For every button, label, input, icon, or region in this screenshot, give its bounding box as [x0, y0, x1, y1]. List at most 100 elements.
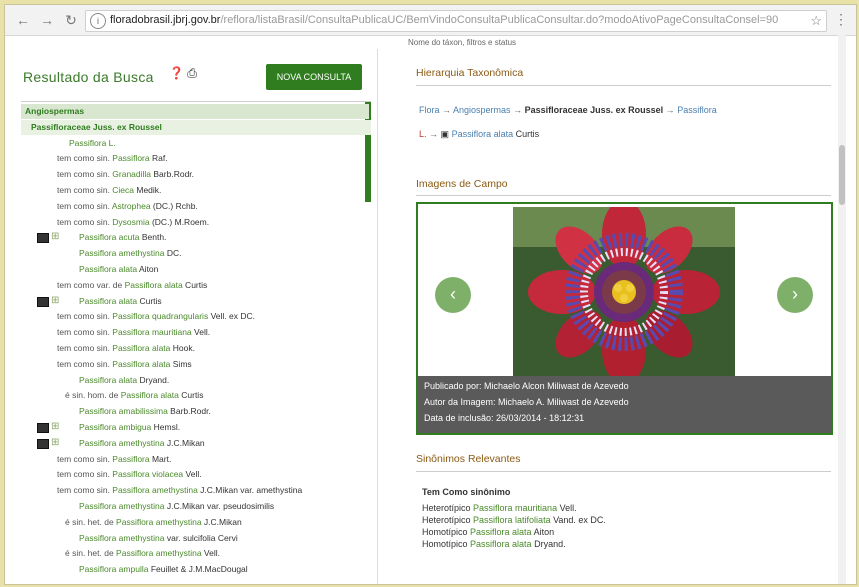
tree-row[interactable]: Passiflora amethystina DC.	[79, 246, 182, 261]
tree-row[interactable]: tem como sin. Passiflora amethystina J.C…	[57, 483, 302, 498]
taxon-link[interactable]: Passiflora ambigua	[79, 422, 151, 432]
tree-row[interactable]: tem como sin. Dysosmia (DC.) M.Roem.	[57, 215, 209, 230]
taxon-link[interactable]: Passiflora alata	[79, 296, 137, 306]
taxon-link[interactable]: Passiflora ampulla	[79, 564, 148, 574]
tree-row[interactable]: tem como sin. Passiflora Mart.	[57, 452, 171, 467]
synonym-link[interactable]: Passiflora latifoliata	[473, 515, 551, 525]
print-icon[interactable]: ⎙	[187, 66, 197, 80]
image-icon[interactable]	[37, 296, 49, 307]
address-bar[interactable]: i floradobrasil.jbrj.gov.br/reflora/list…	[85, 10, 827, 32]
synonym-link[interactable]: Passiflora alata	[470, 539, 532, 549]
tree-row[interactable]: é sin. hom. de Passiflora alata Curtis	[65, 388, 203, 403]
tree-row[interactable]: tem como sin. Granadilla Barb.Rodr.	[57, 167, 194, 182]
taxon-link[interactable]: Passiflora alata	[121, 390, 179, 400]
crumb-angiospermas[interactable]: Angiospermas	[453, 105, 511, 115]
tree-row[interactable]: tem como var. de Passiflora alata Curtis	[57, 278, 207, 293]
image-icon[interactable]	[37, 438, 49, 449]
new-search-button[interactable]: NOVA CONSULTA	[266, 64, 362, 90]
crumb-species[interactable]: Passiflora alata	[452, 129, 514, 139]
taxon-link[interactable]: Passiflora amethystina	[79, 248, 165, 258]
tree-row[interactable]: Passiflora L.	[69, 136, 116, 151]
taxon-link[interactable]: Passiflora amethystina	[79, 438, 165, 448]
url-text[interactable]: floradobrasil.jbrj.gov.br/reflora/listaB…	[110, 14, 800, 26]
tree-row[interactable]: tem como sin. Passiflora violacea Vell.	[57, 467, 202, 482]
expand-icon[interactable]: ⊞	[51, 437, 59, 448]
synonym-link[interactable]: Passiflora mauritiana	[473, 503, 557, 513]
taxon-link[interactable]: Passiflora violacea	[112, 469, 183, 479]
filter-note: Nome do táxon, filtros e status	[408, 38, 517, 47]
tree-row[interactable]: é sin. het. de Passiflora amethystina J.…	[65, 515, 242, 530]
crumb-author[interactable]: L.	[419, 129, 427, 139]
tree-row[interactable]: tem como sin. Passiflora Raf.	[57, 151, 168, 166]
tree-row[interactable]: tem como sin. Astrophea (DC.) Rchb.	[57, 199, 198, 214]
taxon-link[interactable]: Granadilla	[112, 169, 151, 179]
crumb-genus[interactable]: Passiflora	[677, 105, 717, 115]
tree-row[interactable]: Passiflora alata Dryand.	[79, 373, 169, 388]
crumb-family[interactable]: Passifloraceae Juss. ex Roussel	[525, 105, 664, 115]
tree-row[interactable]: Passiflora amethystina J.C.Mikan var. ps…	[79, 499, 274, 514]
tree-row[interactable]: Passiflora amabilissima Barb.Rodr.	[79, 404, 211, 419]
taxon-link[interactable]: Astrophea	[112, 201, 151, 211]
tree-row[interactable]: Passiflora alata Curtis	[79, 294, 162, 309]
tree-row[interactable]: Passiflora amethystina J.C.Mikan	[79, 436, 205, 451]
taxon-link[interactable]: Passiflora amethystina	[79, 533, 165, 543]
crumb-flora[interactable]: Flora	[419, 105, 440, 115]
taxon-link[interactable]: Cieca	[112, 185, 134, 195]
taxon-link[interactable]: Passiflora quadrangularis	[112, 311, 208, 321]
taxon-link[interactable]: Passiflora amethystina	[116, 548, 202, 558]
expand-icon[interactable]: ⊞	[51, 295, 59, 306]
help-icon[interactable]: ❓	[169, 66, 184, 80]
tree-label[interactable]: Angiospermas	[25, 106, 84, 116]
passiflora-photo[interactable]	[513, 207, 735, 377]
info-icon[interactable]: i	[90, 13, 106, 29]
tree-row[interactable]: é sin. het. de Passiflora amethystina Ve…	[65, 546, 220, 561]
expand-icon[interactable]: ⊞	[51, 421, 59, 432]
tree-row[interactable]: tem como sin. Passiflora alata Sims	[57, 357, 192, 372]
page-scrollbar[interactable]	[838, 35, 846, 584]
tree-row[interactable]: tem como sin. Passiflora quadrangularis …	[57, 309, 255, 324]
taxon-link[interactable]: Passiflora acuta	[79, 232, 139, 242]
reload-icon[interactable]: ↻	[63, 12, 79, 28]
taxon-link[interactable]: Passiflora amethystina	[79, 501, 165, 511]
next-arrow-icon[interactable]: ›	[777, 277, 813, 313]
bookmark-star-icon[interactable]: ☆	[810, 13, 822, 29]
menu-icon[interactable]: ⋮	[834, 11, 848, 28]
synonym-link[interactable]: Passiflora alata	[470, 527, 532, 537]
relation-text: tem como sin.	[57, 343, 113, 353]
taxon-link[interactable]: Passiflora alata	[112, 343, 170, 353]
taxon-link[interactable]: Dysosmia	[112, 217, 149, 227]
prev-arrow-icon[interactable]: ‹	[435, 277, 471, 313]
tree-row[interactable]: Passiflora ambigua Hemsl.	[79, 420, 180, 435]
expand-icon[interactable]: ⊞	[51, 231, 59, 242]
tree-row[interactable]: Passiflora amethystina var. sulcifolia C…	[79, 531, 238, 546]
taxon-link[interactable]: Passiflora amethystina	[116, 517, 202, 527]
back-icon[interactable]: ←	[15, 12, 31, 28]
tree-row[interactable]: Passifloraceae Juss. ex Roussel	[21, 119, 371, 135]
image-icon[interactable]	[37, 233, 49, 244]
synonyms-title: Sinônimos Relevantes	[416, 453, 521, 465]
scroll-thumb[interactable]	[839, 145, 845, 205]
tree-row[interactable]: tem como sin. Passiflora mauritiana Vell…	[57, 325, 210, 340]
taxon-link[interactable]: Passiflora alata	[112, 359, 170, 369]
tree-label[interactable]: Passiflora L.	[69, 138, 116, 148]
taxon-link[interactable]: Passiflora	[112, 454, 149, 464]
tree-row[interactable]: Passiflora ampulla Feuillet & J.M.MacDou…	[79, 562, 248, 577]
taxon-link[interactable]: Passiflora mauritiana	[112, 327, 191, 337]
taxon-author: var. sulcifolia Cervi	[164, 532, 238, 543]
tree-row[interactable]: tem como sin. Passiflora alata Hook.	[57, 341, 195, 356]
tree-row[interactable]: Angiospermas	[21, 104, 369, 119]
tree-row[interactable]: Passiflora acuta Benth.	[79, 230, 166, 245]
taxon-link[interactable]: Passiflora	[112, 153, 149, 163]
taxon-link[interactable]: Passiflora alata	[125, 280, 183, 290]
forward-icon[interactable]: →	[39, 12, 55, 28]
crumb-species-author: Curtis	[515, 129, 540, 139]
tree-row[interactable]: Passiflora alata Aiton	[79, 262, 158, 277]
image-icon[interactable]	[37, 423, 49, 433]
tree-row[interactable]: tem como sin. Cieca Medik.	[57, 183, 161, 198]
taxon-author: Vell.	[201, 548, 220, 559]
taxon-link[interactable]: Passiflora alata	[79, 375, 137, 385]
tree-label[interactable]: Passifloraceae Juss. ex Roussel	[31, 122, 162, 132]
taxon-link[interactable]: Passiflora amabilissima	[79, 406, 168, 416]
taxon-link[interactable]: Passiflora alata	[79, 264, 137, 274]
taxon-link[interactable]: Passiflora amethystina	[112, 485, 198, 495]
